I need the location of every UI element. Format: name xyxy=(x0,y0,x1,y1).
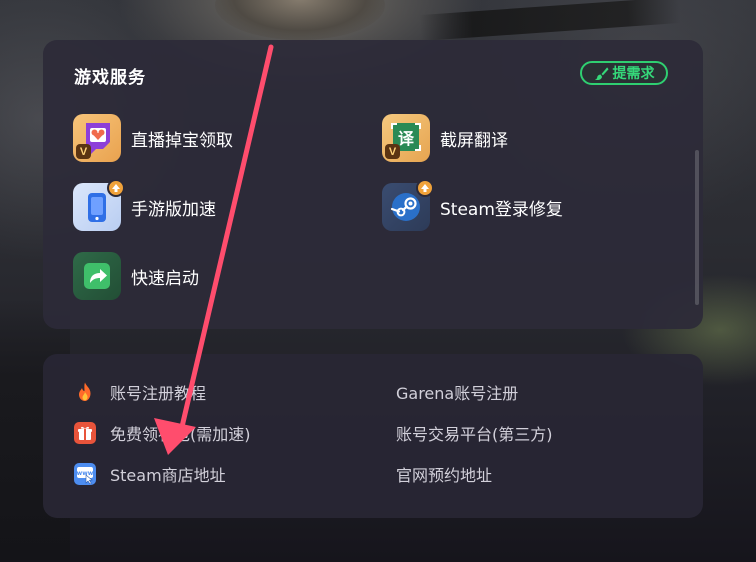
link-label: Garena账号注册 xyxy=(396,384,519,403)
section-title: 游戏服务 xyxy=(74,68,146,88)
service-label: 快速启动 xyxy=(131,268,199,289)
service-label: 截屏翻译 xyxy=(440,130,508,151)
link-garena-account-register[interactable]: Garena账号注册 xyxy=(396,380,518,404)
game-services-panel: 游戏服务 提需求 V 直播掉宝领取 译 V 截屏翻译 手游版加速 Steam登录… xyxy=(43,40,703,329)
twitch-drops-icon: V xyxy=(73,114,121,162)
quick-links-panel: 账号注册教程 免费领礼包(需加速) www Steam商店地址 Garena账号… xyxy=(43,354,703,518)
www-glyph: www xyxy=(77,470,94,477)
upgrade-badge-icon xyxy=(416,179,434,197)
service-label: 直播掉宝领取 xyxy=(131,130,233,151)
service-item-quick-launch[interactable]: 快速启动 xyxy=(73,252,199,300)
request-feature-button[interactable]: 提需求 xyxy=(580,61,668,85)
link-label: 账号注册教程 xyxy=(110,384,207,403)
link-official-preorder[interactable]: 官网预约地址 xyxy=(396,462,492,486)
link-label: 账号交易平台(第三方) xyxy=(396,425,553,444)
screenshot-translate-icon: 译 V xyxy=(382,114,430,162)
gift-icon xyxy=(74,422,96,444)
link-label: 免费领礼包(需加速) xyxy=(110,425,251,444)
mobile-accelerate-icon xyxy=(73,179,125,231)
service-item-screenshot-translate[interactable]: 译 V 截屏翻译 xyxy=(382,114,508,162)
service-item-live-drops[interactable]: V 直播掉宝领取 xyxy=(73,114,233,162)
scrollbar[interactable] xyxy=(695,150,699,305)
link-account-register-tutorial[interactable]: 账号注册教程 xyxy=(74,380,206,404)
www-icon: www xyxy=(74,463,96,485)
link-label: 官网预约地址 xyxy=(396,466,493,485)
vip-badge: V xyxy=(385,144,400,159)
link-steam-store-address[interactable]: www Steam商店地址 xyxy=(74,462,226,486)
service-item-mobile-accelerate[interactable]: 手游版加速 xyxy=(73,179,216,231)
service-label: Steam登录修复 xyxy=(440,199,563,220)
steam-icon xyxy=(382,179,434,231)
vip-badge: V xyxy=(76,144,91,159)
link-free-gift-pack[interactable]: 免费领礼包(需加速) xyxy=(74,421,251,445)
link-label: Steam商店地址 xyxy=(110,466,226,485)
service-item-steam-login-fix[interactable]: Steam登录修复 xyxy=(382,179,563,231)
quick-launch-icon xyxy=(73,252,121,300)
fire-icon xyxy=(74,381,96,403)
link-account-trading-platform[interactable]: 账号交易平台(第三方) xyxy=(396,421,553,445)
request-feature-label: 提需求 xyxy=(612,66,655,82)
upgrade-badge-icon xyxy=(107,179,125,197)
service-label: 手游版加速 xyxy=(131,199,216,220)
brush-icon xyxy=(594,66,609,81)
translate-glyph: 译 xyxy=(398,129,415,148)
